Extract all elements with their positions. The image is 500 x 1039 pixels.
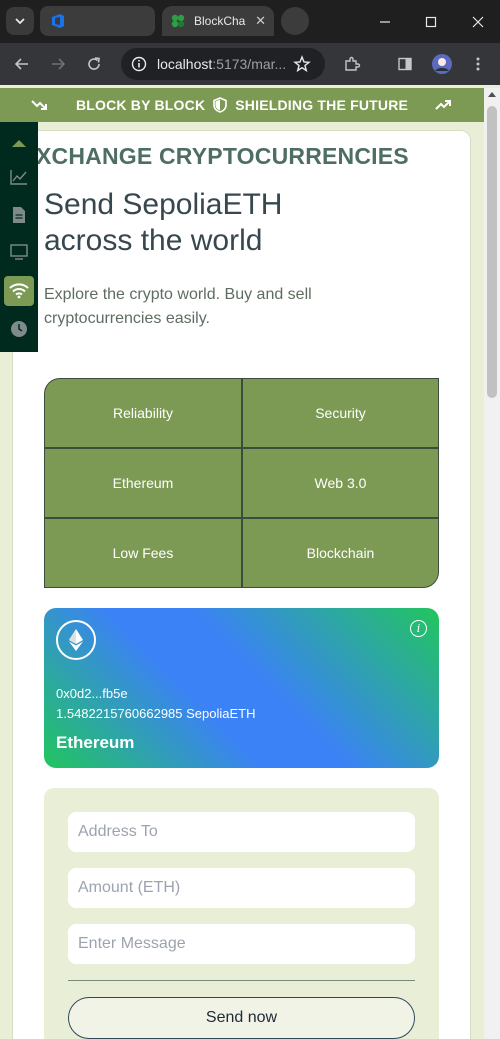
address-to-input[interactable]: [68, 812, 415, 852]
close-icon: [472, 16, 483, 27]
features-grid: Reliability Security Ethereum Web 3.0 Lo…: [44, 378, 439, 588]
hero-description: Explore the crypto world. Buy and sell c…: [44, 286, 312, 327]
extensions-icon[interactable]: [340, 52, 364, 76]
document-icon: [13, 207, 25, 223]
banner-left-text: BLOCK BY BLOCK: [75, 97, 206, 113]
close-button[interactable]: [455, 0, 500, 43]
maximize-icon: [425, 16, 436, 27]
profile-avatar[interactable]: [430, 52, 454, 76]
site-info-icon[interactable]: [131, 56, 147, 72]
azure-devops-icon: [52, 14, 64, 28]
ethereum-wallet-card: i 0x0d2...fb5e 1.5482215760662985 Sepoli…: [44, 608, 439, 768]
send-now-button[interactable]: Send now: [68, 997, 415, 1039]
sidenav-item-monitor[interactable]: [4, 237, 34, 267]
sidenav-item-chart[interactable]: [4, 162, 34, 192]
arrow-right-icon: [52, 58, 66, 70]
message-input[interactable]: [68, 924, 415, 964]
clock-icon: [11, 321, 27, 337]
feature-cell: Reliability: [44, 378, 242, 448]
browser-tab-active[interactable]: BlockCha ✕: [162, 6, 274, 36]
hero-title-line1: Send SepoliaETH: [44, 188, 283, 221]
amount-input[interactable]: [68, 868, 415, 908]
maximize-button[interactable]: [408, 0, 453, 43]
side-nav: [0, 122, 38, 352]
marquee-headline: XCHANGE CRYPTOCURRENCIES: [36, 143, 409, 169]
sidenav-item-clock[interactable]: [4, 314, 34, 344]
hero-title-line2: across the world: [44, 224, 263, 257]
sidenav-collapse[interactable]: [4, 128, 34, 158]
shield-icon: [213, 97, 228, 113]
scrollbar-thumb[interactable]: [487, 106, 497, 398]
feature-cell: Low Fees: [44, 518, 242, 588]
send-form: Send now: [44, 788, 439, 1039]
sidenav-item-document[interactable]: [4, 200, 34, 230]
hero-title: Send SepoliaETH across the world: [44, 187, 282, 259]
bookmark-star-icon[interactable]: [290, 52, 314, 76]
top-banner: BLOCK BY BLOCK SHIELDING THE FUTURE: [0, 88, 484, 122]
arrow-left-icon: [14, 58, 28, 70]
menu-kebab-icon[interactable]: [466, 52, 490, 76]
feature-cell: Ethereum: [44, 448, 242, 518]
browser-tab-inactive[interactable]: [40, 6, 155, 36]
tab-title: BlockCha: [194, 14, 246, 28]
feature-cell: Web 3.0: [242, 448, 439, 518]
network-name: Ethereum: [56, 733, 135, 752]
feature-cell: Blockchain: [242, 518, 439, 588]
monitor-icon: [10, 244, 28, 260]
minimize-icon: [379, 20, 390, 23]
ethereum-icon: [56, 620, 96, 660]
info-icon[interactable]: i: [410, 620, 427, 637]
feature-cell: Security: [242, 378, 439, 448]
tab-search-button[interactable]: [6, 7, 34, 35]
browser-toolbar: localhost:5173/mar...: [0, 43, 500, 85]
tab-close-icon[interactable]: ✕: [255, 13, 266, 29]
browser-tabbar: BlockCha ✕: [0, 0, 500, 43]
chevron-up-icon: [12, 140, 26, 147]
clover-icon: [171, 14, 185, 28]
sidenav-item-wifi[interactable]: [4, 276, 34, 306]
chart-icon: [10, 170, 27, 185]
form-divider: [68, 980, 415, 981]
reload-icon: [88, 57, 100, 70]
trend-down-icon: [31, 100, 47, 110]
chevron-down-icon: [15, 18, 25, 25]
minimize-button[interactable]: [362, 0, 407, 43]
forward-button[interactable]: [46, 52, 70, 76]
wallet-address: 0x0d2...fb5e: [56, 686, 128, 701]
reload-button[interactable]: [82, 52, 106, 76]
scroll-up-arrow[interactable]: [488, 92, 496, 97]
new-tab-button[interactable]: [281, 7, 309, 35]
back-button[interactable]: [10, 52, 34, 76]
trend-up-icon: [435, 100, 451, 110]
wifi-icon: [9, 283, 29, 299]
wallet-balance: 1.5482215760662985 SepoliaETH: [56, 706, 256, 721]
banner-right-text: SHIELDING THE FUTURE: [235, 97, 409, 113]
side-panel-icon[interactable]: [393, 52, 417, 76]
